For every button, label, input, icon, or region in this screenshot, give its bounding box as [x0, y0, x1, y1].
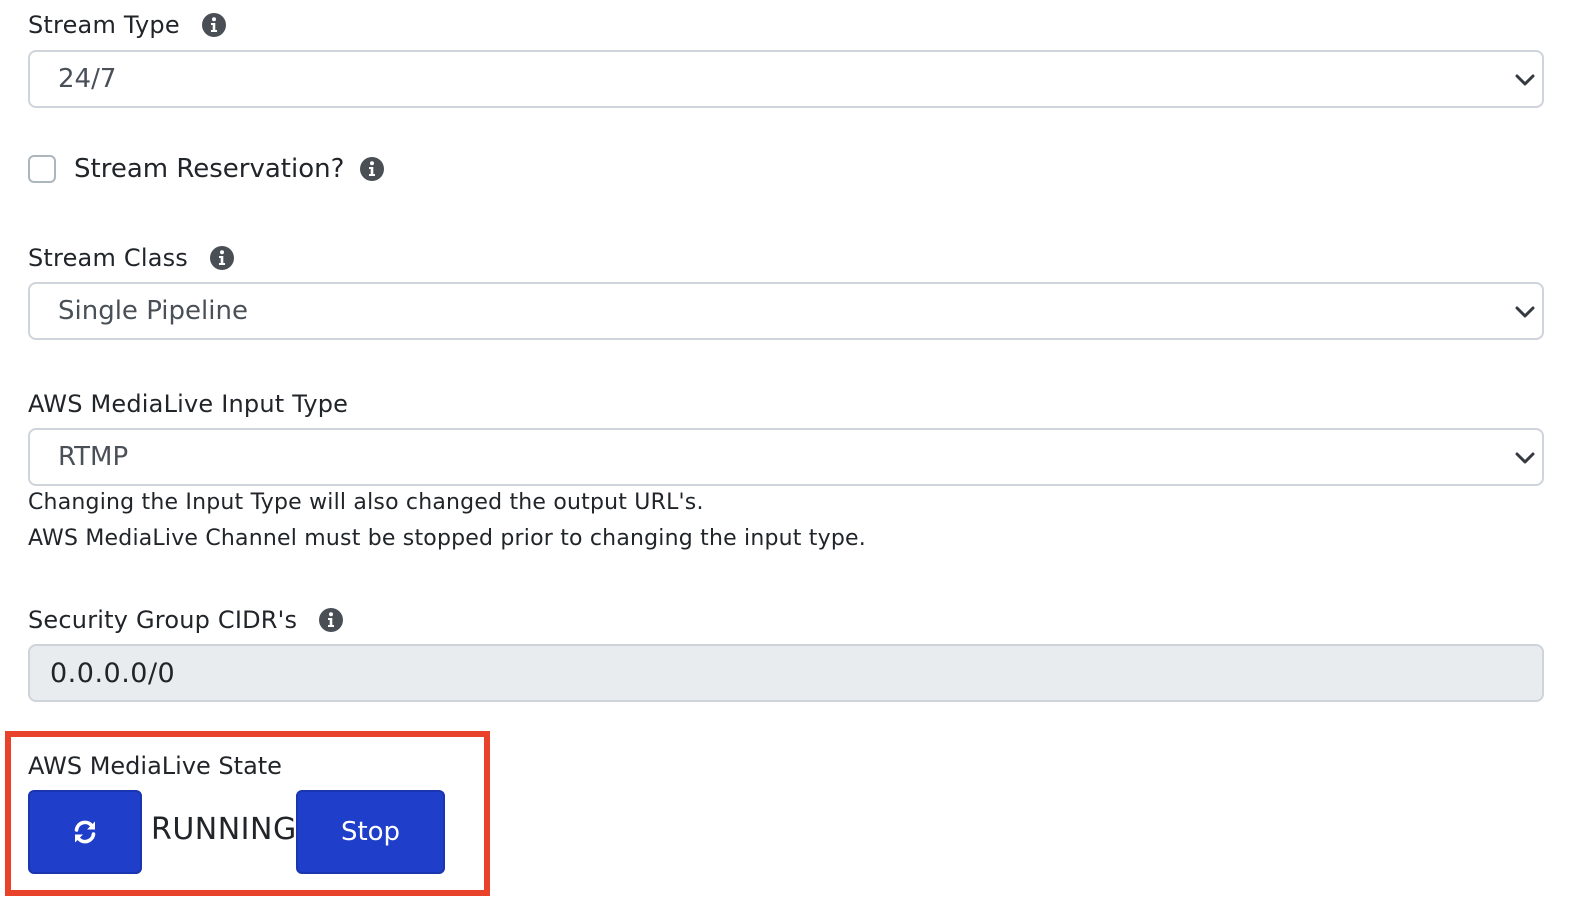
stop-button[interactable]: Stop	[296, 790, 445, 874]
info-icon[interactable]	[319, 608, 344, 632]
stream-reservation-row: Stream Reservation?	[28, 154, 385, 184]
security-group-cidr-input[interactable]: 0.0.0.0/0	[28, 644, 1544, 702]
info-icon[interactable]	[360, 157, 385, 181]
security-group-label-row: Security Group CIDR's	[28, 606, 344, 634]
stream-settings-form: Stream Type 24/7 Stream Reservation? Str…	[0, 0, 1592, 918]
refresh-icon	[74, 820, 96, 844]
stream-reservation-label[interactable]: Stream Reservation?	[74, 154, 344, 184]
input-type-help-line-2: AWS MediaLive Channel must be stopped pr…	[28, 526, 866, 551]
stream-class-label: Stream Class	[28, 244, 189, 272]
refresh-state-button[interactable]	[28, 790, 142, 874]
medialive-state-label: AWS MediaLive State	[28, 752, 282, 780]
stream-class-label-row: Stream Class	[28, 244, 235, 272]
stream-type-selected-value: 24/7	[58, 64, 117, 94]
stop-button-label: Stop	[340, 817, 401, 847]
security-group-label: Security Group CIDR's	[28, 606, 298, 634]
info-icon[interactable]	[210, 246, 235, 270]
stream-class-selected-value: Single Pipeline	[58, 296, 248, 326]
input-type-help-line-1: Changing the Input Type will also change…	[28, 490, 704, 515]
input-type-selected-value: RTMP	[58, 442, 129, 472]
stream-class-select[interactable]: Single Pipeline	[28, 282, 1544, 340]
stream-type-label-row: Stream Type	[28, 11, 226, 39]
security-group-cidr-value: 0.0.0.0/0	[50, 657, 176, 689]
stream-reservation-checkbox[interactable]	[28, 155, 56, 183]
chevron-down-icon	[1515, 306, 1535, 318]
chevron-down-icon	[1515, 74, 1535, 86]
info-icon[interactable]	[201, 13, 226, 37]
chevron-down-icon	[1515, 452, 1535, 464]
input-type-label-row: AWS MediaLive Input Type	[28, 390, 348, 418]
stream-type-select[interactable]: 24/7	[28, 50, 1544, 108]
medialive-state-status: RUNNING	[151, 812, 297, 847]
input-type-label: AWS MediaLive Input Type	[28, 390, 349, 418]
stream-type-label: Stream Type	[28, 11, 180, 39]
input-type-select[interactable]: RTMP	[28, 428, 1544, 486]
